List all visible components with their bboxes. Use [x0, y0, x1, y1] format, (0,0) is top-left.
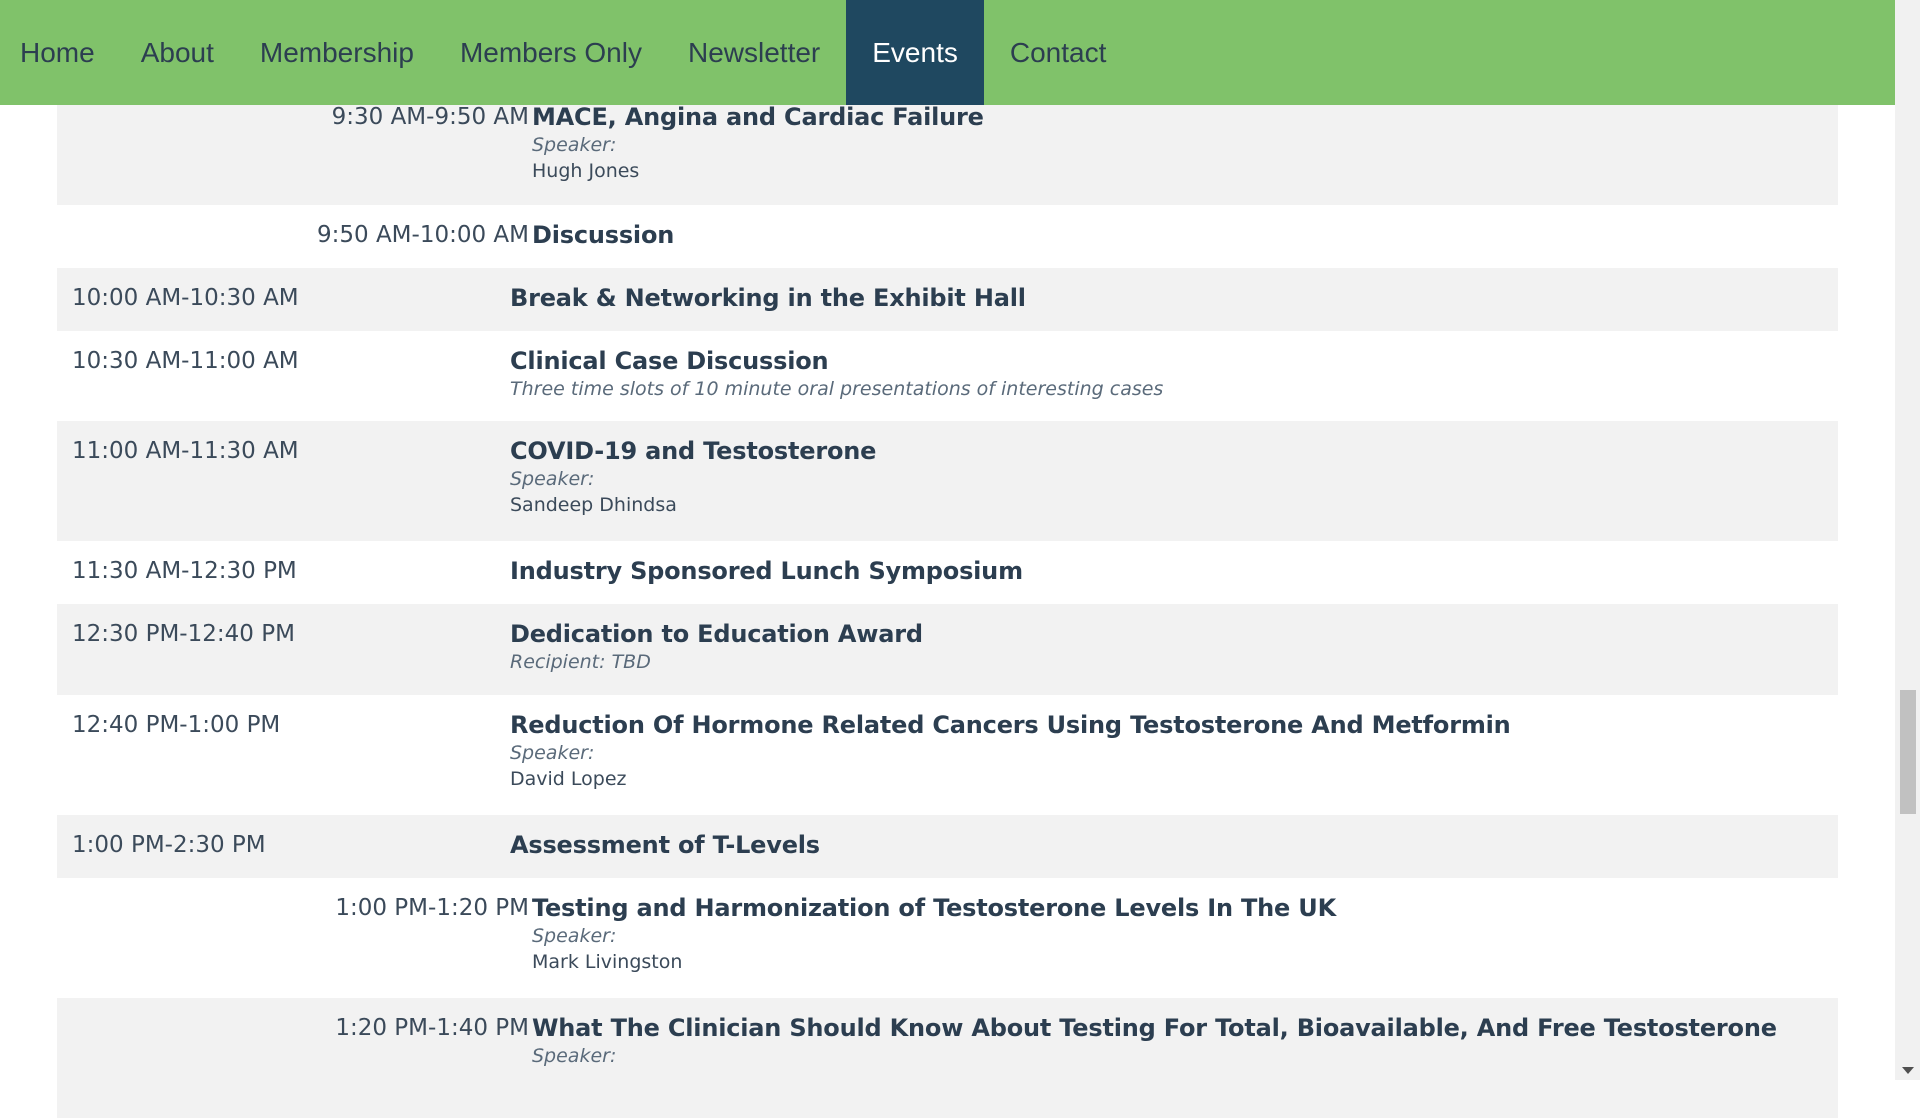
- session-details: Testing and Harmonization of Testosteron…: [532, 894, 1336, 973]
- session-details: Assessment of T-Levels: [510, 831, 820, 859]
- nav-item-home[interactable]: Home: [0, 0, 118, 105]
- schedule-table: 9:30 AM-9:50 AM MACE, Angina and Cardiac…: [57, 103, 1838, 1118]
- nav-item-newsletter[interactable]: Newsletter: [665, 0, 843, 105]
- nav-item-members-only[interactable]: Members Only: [437, 0, 665, 105]
- session-title: Reduction Of Hormone Related Cancers Usi…: [510, 711, 1511, 739]
- session-note: Three time slots of 10 minute oral prese…: [510, 378, 1164, 400]
- speaker-name: David Lopez: [510, 768, 627, 790]
- session-time: 1:00 PM-1:20 PM: [335, 895, 529, 921]
- schedule-row: 12:30 PM-12:40 PM Dedication to Educatio…: [57, 604, 1838, 695]
- session-time: 10:30 AM-11:00 AM: [72, 348, 299, 374]
- session-note: Recipient: TBD: [510, 651, 651, 673]
- session-title: Dedication to Education Award: [510, 620, 923, 648]
- speaker-label: Speaker:: [532, 1045, 617, 1067]
- session-title: Clinical Case Discussion: [510, 347, 829, 375]
- speaker-name: Hugh Jones: [532, 160, 640, 182]
- session-details: Clinical Case Discussion Three time slot…: [510, 347, 1163, 400]
- session-details: Discussion: [532, 221, 674, 249]
- schedule-row: 12:40 PM-1:00 PM Reduction Of Hormone Re…: [57, 695, 1838, 815]
- schedule-row: 10:30 AM-11:00 AM Clinical Case Discussi…: [57, 331, 1838, 421]
- session-details: Break & Networking in the Exhibit Hall: [510, 284, 1026, 312]
- session-time: 1:20 PM-1:40 PM: [335, 1015, 529, 1041]
- nav-item-about[interactable]: About: [118, 0, 237, 105]
- session-details: COVID-19 and Testosterone Speaker: Sande…: [510, 437, 876, 516]
- schedule-row: 10:00 AM-10:30 AM Break & Networking in …: [57, 268, 1838, 331]
- session-details: MACE, Angina and Cardiac Failure Speaker…: [532, 103, 984, 182]
- session-title: Testing and Harmonization of Testosteron…: [532, 894, 1336, 922]
- schedule-row: 9:30 AM-9:50 AM MACE, Angina and Cardiac…: [57, 103, 1838, 205]
- speaker-name: Mark Livingston: [532, 951, 683, 973]
- speaker-label: Speaker:: [510, 742, 595, 764]
- session-title: Break & Networking in the Exhibit Hall: [510, 284, 1026, 312]
- session-time: 1:00 PM-2:30 PM: [72, 832, 266, 858]
- scroll-down-arrow-icon[interactable]: [1902, 1067, 1914, 1074]
- schedule-row: 1:20 PM-1:40 PM What The Clinician Shoul…: [57, 998, 1838, 1118]
- session-title: MACE, Angina and Cardiac Failure: [532, 103, 984, 131]
- session-details: What The Clinician Should Know About Tes…: [532, 1014, 1777, 1067]
- nav-item-events[interactable]: Events: [846, 0, 984, 105]
- session-title: What The Clinician Should Know About Tes…: [532, 1014, 1777, 1042]
- schedule-row: 1:00 PM-2:30 PM Assessment of T-Levels: [57, 815, 1838, 878]
- page-scrollbar[interactable]: [1895, 0, 1920, 1080]
- nav-item-membership[interactable]: Membership: [237, 0, 437, 105]
- scrollbar-thumb[interactable]: [1900, 690, 1916, 814]
- schedule-row: 11:30 AM-12:30 PM Industry Sponsored Lun…: [57, 541, 1838, 604]
- session-details: Dedication to Education Award Recipient:…: [510, 620, 923, 673]
- session-time: 9:30 AM-9:50 AM: [331, 104, 529, 130]
- session-time: 11:00 AM-11:30 AM: [72, 438, 299, 464]
- session-time: 10:00 AM-10:30 AM: [72, 285, 299, 311]
- session-time: 11:30 AM-12:30 PM: [72, 558, 297, 584]
- schedule-row: 11:00 AM-11:30 AM COVID-19 and Testoster…: [57, 421, 1838, 541]
- speaker-name: Sandeep Dhindsa: [510, 494, 677, 516]
- session-title: Discussion: [532, 221, 675, 249]
- schedule-row: 1:00 PM-1:20 PM Testing and Harmonizatio…: [57, 878, 1838, 998]
- session-details: Reduction Of Hormone Related Cancers Usi…: [510, 711, 1511, 790]
- schedule-row: 9:50 AM-10:00 AM Discussion: [57, 205, 1838, 268]
- speaker-label: Speaker:: [532, 925, 617, 947]
- session-time: 12:30 PM-12:40 PM: [72, 621, 295, 647]
- session-title: Assessment of T-Levels: [510, 831, 820, 859]
- speaker-label: Speaker:: [532, 134, 617, 156]
- session-title: COVID-19 and Testosterone: [510, 437, 877, 465]
- session-time: 12:40 PM-1:00 PM: [72, 712, 281, 738]
- session-time: 9:50 AM-10:00 AM: [316, 222, 529, 248]
- session-title: Industry Sponsored Lunch Symposium: [510, 557, 1023, 585]
- session-details: Industry Sponsored Lunch Symposium: [510, 557, 1023, 585]
- main-nav: Home About Membership Members Only Newsl…: [0, 0, 1895, 105]
- nav-item-contact[interactable]: Contact: [987, 0, 1130, 105]
- speaker-label: Speaker:: [510, 468, 595, 490]
